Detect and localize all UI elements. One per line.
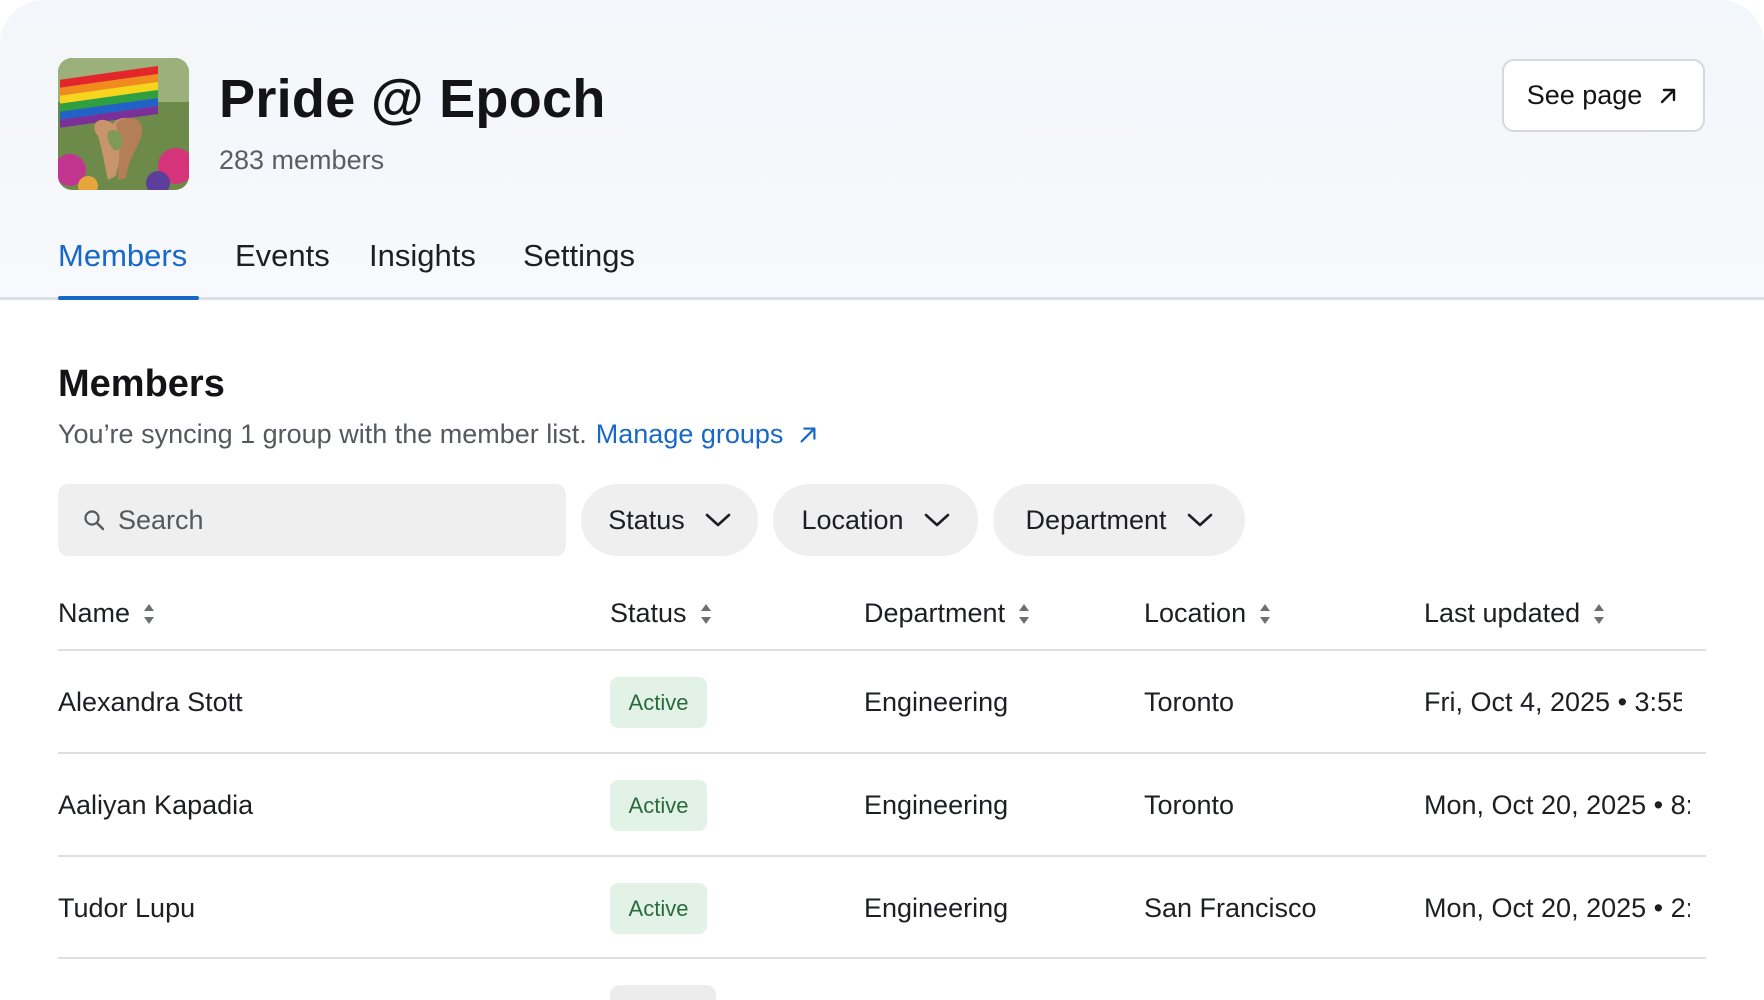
column-header-department[interactable]: Department (864, 598, 1031, 629)
status-badge: Active (610, 780, 707, 831)
column-header-label: Location (1144, 598, 1247, 628)
column-header-last-updated[interactable]: Last updated (1424, 598, 1606, 629)
tab-settings[interactable]: Settings (523, 238, 635, 274)
row-divider (58, 855, 1706, 857)
member-location: San Francisco (1144, 893, 1317, 923)
member-department: Engineering (864, 687, 1009, 717)
member-last-updated: Mon, Oct 20, 2025 • 2: (1424, 893, 1690, 923)
department-filter-dropdown[interactable]: Department (993, 484, 1245, 556)
search-box[interactable] (58, 484, 566, 556)
external-link-arrow-icon (1661, 88, 1676, 103)
column-header-label: Name (58, 598, 131, 628)
row-divider (58, 957, 1706, 959)
location-filter-dropdown[interactable]: Location (773, 484, 978, 556)
department-filter-label: Department (1025, 504, 1167, 535)
column-header-status[interactable]: Status (610, 598, 713, 629)
member-name[interactable]: Alexandra Stott (58, 687, 243, 718)
sync-text: You’re syncing 1 group with the member l… (58, 419, 587, 449)
manage-groups-link[interactable]: Manage groups (596, 419, 820, 450)
tab-events[interactable]: Events (235, 238, 330, 274)
active-tab-indicator (58, 296, 199, 300)
column-header-label: Department (864, 598, 1006, 628)
column-header-location[interactable]: Location (1144, 598, 1272, 629)
tab-members[interactable]: Members (58, 238, 187, 274)
column-header-name[interactable]: Name (58, 598, 156, 629)
member-name[interactable]: Tudor Lupu (58, 893, 195, 924)
sort-icon (1019, 603, 1030, 624)
app-frame: Pride @ Epoch 283 members See page Membe… (0, 0, 1764, 1000)
pride-flag-photo-icon (58, 58, 189, 190)
member-name[interactable]: Aaliyan Kapadia (58, 790, 253, 821)
member-location: Toronto (1144, 790, 1235, 820)
member-department: Engineering (864, 893, 1009, 923)
chevron-down-icon (924, 513, 949, 527)
member-location: Toronto (1144, 687, 1235, 717)
chevron-down-icon (705, 513, 731, 527)
status-badge: Active (610, 677, 707, 728)
member-last-updated: Fri, Oct 4, 2025 • 3:55 (1424, 687, 1682, 717)
sort-icon (144, 603, 155, 624)
sort-icon (1594, 603, 1605, 624)
status-filter-dropdown[interactable]: Status (581, 484, 758, 556)
member-last-updated: Mon, Oct 20, 2025 • 8: (1424, 790, 1690, 820)
see-page-label: See page (1526, 80, 1643, 110)
tab-insights[interactable]: Insights (369, 238, 476, 274)
status-badge: Active (610, 883, 707, 934)
sort-icon (1260, 603, 1271, 624)
table-header-divider (58, 649, 1706, 651)
row-divider (58, 752, 1706, 754)
member-count: 283 members (219, 145, 385, 175)
search-input[interactable] (118, 504, 558, 536)
search-icon (84, 510, 105, 531)
member-department: Engineering (864, 790, 1009, 820)
column-header-label: Last updated (1424, 598, 1581, 628)
sort-icon (700, 603, 711, 624)
status-filter-label: Status (608, 504, 685, 535)
sync-description: You’re syncing 1 group with the member l… (58, 419, 819, 450)
status-badge-partial (610, 985, 716, 1000)
members-section-title: Members (58, 363, 225, 405)
manage-groups-label: Manage groups (595, 419, 784, 449)
group-title: Pride @ Epoch (219, 69, 606, 129)
external-link-arrow-icon (800, 426, 816, 443)
column-header-label: Status (610, 598, 687, 628)
chevron-down-icon (1187, 513, 1212, 527)
see-page-button[interactable]: See page (1502, 59, 1705, 132)
location-filter-label: Location (801, 504, 904, 535)
group-avatar (58, 58, 189, 190)
